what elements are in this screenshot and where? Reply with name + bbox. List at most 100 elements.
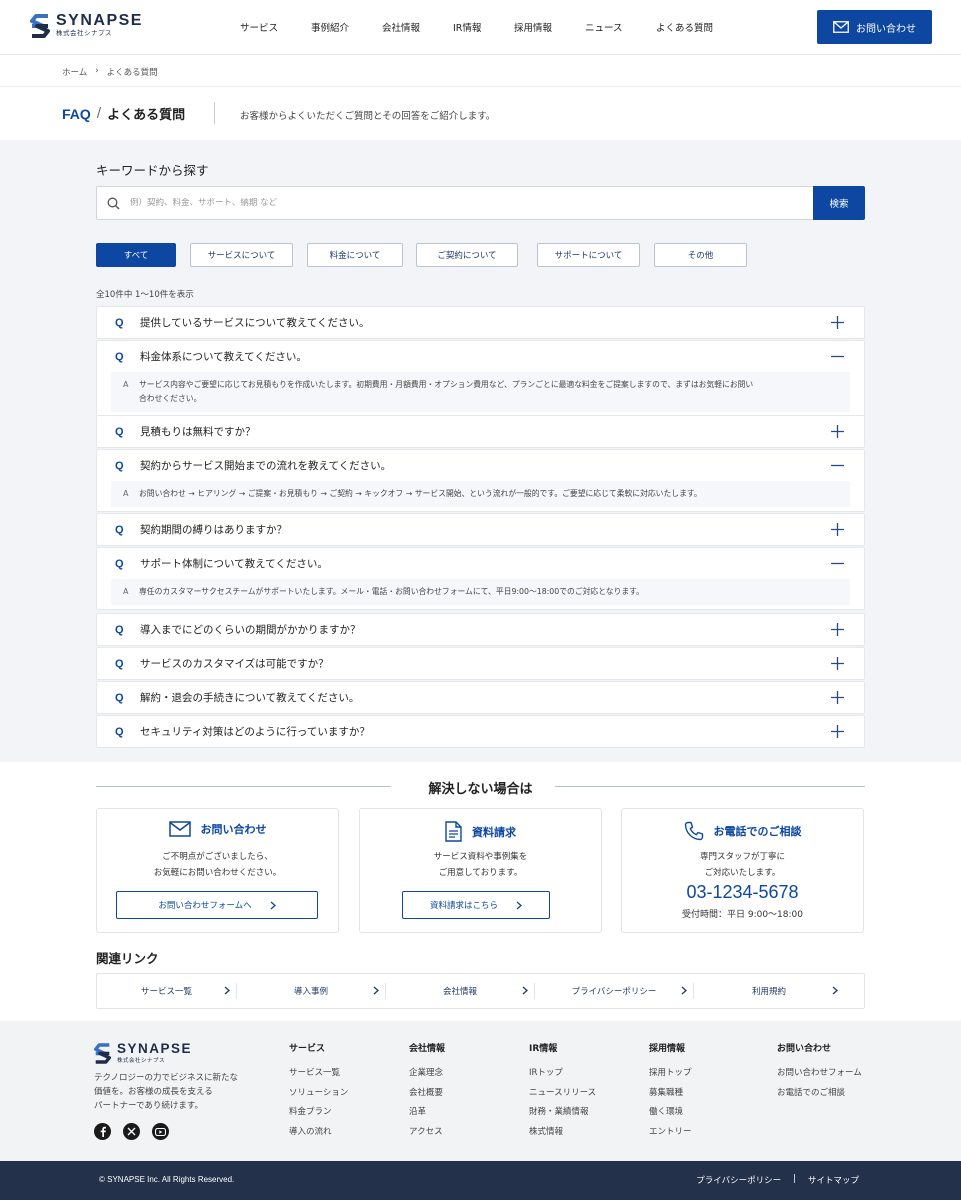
faq-question-row[interactable]: Q 見積もりは無料ですか？ [97, 416, 864, 447]
footer-col-company: 会社情報 企業理念 会社概要 沿革 アクセス [409, 1041, 445, 1146]
tab-services[interactable]: サービスについて [190, 243, 293, 267]
footer-link[interactable]: アクセス [409, 1126, 445, 1146]
faq-item: Q 契約からサービス開始までの流れを教えてください。 A お問い合わせ → ヒアリング… [96, 449, 865, 512]
bottom-links-separator: | [793, 1174, 796, 1184]
expand-plus-icon[interactable] [831, 725, 844, 738]
request-documents-button[interactable]: 資料請求はこちら [402, 891, 550, 919]
documents-card-text-2: ご用意しております。 [438, 868, 523, 878]
header-contact-button[interactable]: お問い合わせ [817, 10, 932, 44]
sitemap-link[interactable]: サイトマップ [808, 1174, 859, 1186]
faq-question-text: 提供しているサービスについて教えてください。 [140, 317, 370, 329]
faq-question-row[interactable]: Q 解約・退会の手続きについて教えてください。 [97, 682, 864, 713]
phone-card: お電話でのご相談 専門スタッフが丁寧に ご対応いたします。 03-1234-56… [621, 808, 864, 933]
tab-support[interactable]: サポートについて [537, 243, 640, 267]
nav-recruit[interactable]: 採用情報 [514, 20, 552, 34]
footer-link[interactable]: お問い合わせフォーム [777, 1067, 862, 1087]
faq-item: Q 契約期間の縛りはありますか？ [96, 513, 865, 546]
footer-link[interactable]: 沿革 [409, 1106, 445, 1126]
page-description: お客様からよくいただくご質問とその回答をご紹介します。 [240, 111, 496, 122]
footer-link[interactable]: 会社概要 [409, 1087, 445, 1107]
expand-plus-icon[interactable] [831, 623, 844, 636]
documents-card-text-1: サービス資料や事例集を [433, 852, 528, 862]
faq-question-row[interactable]: Q サービスのカスタマイズは可能ですか？ [97, 648, 864, 679]
nav-cases[interactable]: 事例紹介 [311, 20, 349, 34]
footer-col-title: お問い合わせ [777, 1044, 832, 1054]
expand-plus-icon[interactable] [831, 425, 844, 438]
facebook-icon[interactable] [94, 1123, 111, 1140]
faq-item: Q 料金体系について教えてください。 A サービス内容やご要望に応じてお見積もりを作成… [96, 340, 865, 417]
faq-item: Q セキュリティ対策はどのように行っていますか？ [96, 715, 865, 748]
footer-link[interactable]: サービス一覧 [289, 1067, 348, 1087]
collapse-minus-icon[interactable] [831, 557, 844, 570]
breadcrumb: ホーム › よくある質問 [62, 66, 158, 78]
footer-link[interactable]: 働く環境 [649, 1106, 692, 1126]
footer-link[interactable]: エントリー [649, 1126, 692, 1146]
phone-hours: 受付時間：平日 9:00〜18:00 [681, 910, 803, 920]
faq-item: Q 導入までにどのくらいの期間がかかりますか？ [96, 613, 865, 646]
footer-link[interactable]: IRトップ [529, 1067, 596, 1087]
privacy-policy-link[interactable]: プライバシーポリシー [696, 1174, 781, 1186]
faq-question-text: 料金体系について教えてください。 [140, 351, 307, 363]
nav-faq[interactable]: よくある質問 [656, 20, 713, 34]
faq-question-row[interactable]: Q セキュリティ対策はどのように行っていますか？ [97, 716, 864, 747]
search-button[interactable]: 検索 [813, 186, 865, 220]
nav-ir[interactable]: IR情報 [453, 20, 481, 34]
footer-link[interactable]: 導入の流れ [289, 1126, 348, 1146]
footer-link[interactable]: ソリューション [289, 1087, 348, 1107]
footer-tagline: テクノロジーの力でビジネスに新たな 価値を。お客様の成長を支える パートナーであ… [94, 1071, 254, 1113]
search-icon [107, 197, 120, 209]
youtube-icon[interactable] [152, 1123, 169, 1140]
expand-plus-icon[interactable] [831, 523, 844, 536]
header-contact-label: お問い合わせ [856, 23, 916, 35]
tab-all[interactable]: すべて [96, 243, 176, 267]
nav-company[interactable]: 会社情報 [382, 20, 420, 34]
footer-link[interactable]: 採用トップ [649, 1067, 692, 1087]
faq-question-row[interactable]: Q 提供しているサービスについて教えてください。 [97, 307, 864, 338]
expand-plus-icon[interactable] [831, 657, 844, 670]
collapse-minus-icon[interactable] [831, 350, 844, 363]
nav-news[interactable]: ニュース [585, 20, 623, 34]
faq-item: Q 提供しているサービスについて教えてください。 [96, 306, 865, 339]
related-link-services[interactable]: サービス一覧 [97, 974, 236, 1008]
footer-link[interactable]: 募集職種 [649, 1087, 692, 1107]
contact-form-button[interactable]: お問い合わせフォームへ [116, 891, 318, 919]
faq-question-text: 契約からサービス開始までの流れを教えてください。 [140, 460, 392, 472]
related-link-cases[interactable]: 導入事例 [237, 974, 385, 1008]
faq-question-row[interactable]: Q 契約期間の縛りはありますか？ [97, 514, 864, 545]
related-link-terms[interactable]: 利用規約 [694, 974, 844, 1008]
footer-link[interactable]: ニュースリリース [529, 1087, 596, 1107]
footer-link[interactable]: お電話でのご相談 [777, 1087, 862, 1107]
tab-other[interactable]: その他 [654, 243, 747, 267]
related-link-label: 利用規約 [751, 987, 786, 997]
related-link-privacy[interactable]: プライバシーポリシー [535, 974, 693, 1008]
faq-question-row[interactable]: Q 料金体系について教えてください。 [97, 341, 864, 372]
faq-question-text: 見積もりは無料ですか？ [140, 426, 256, 438]
faq-question-row[interactable]: Q 契約からサービス開始までの流れを教えてください。 [97, 450, 864, 481]
question-mark-label: Q [115, 459, 124, 472]
faq-question-text: 契約期間の縛りはありますか？ [140, 524, 287, 536]
related-link-company[interactable]: 会社情報 [386, 974, 534, 1008]
faq-question-row[interactable]: Q 導入までにどのくらいの期間がかかりますか？ [97, 614, 864, 645]
footer-link[interactable]: 財務・業績情報 [529, 1106, 596, 1126]
search-input[interactable] [130, 198, 730, 208]
mail-icon [833, 21, 849, 33]
tab-pricing[interactable]: 料金について [307, 243, 403, 267]
expand-plus-icon[interactable] [831, 691, 844, 704]
answer-mark-label: A [123, 380, 129, 389]
nav-services[interactable]: サービス [240, 20, 278, 34]
footer-link[interactable]: 料金プラン [289, 1106, 348, 1126]
x-icon[interactable] [123, 1123, 140, 1140]
phone-number[interactable]: 03-1234-5678 [622, 882, 863, 903]
title-separator [214, 102, 215, 124]
tab-contract[interactable]: ご契約について [416, 243, 518, 267]
chevron-right-icon [522, 986, 528, 995]
faq-answer-text: 専任のカスタマーサクセスチームがサポートいたします。メール・電話・お問い合わせフ… [139, 587, 644, 596]
synapse-logo-icon [94, 1043, 111, 1064]
footer-link[interactable]: 企業理念 [409, 1067, 445, 1087]
footer-logo[interactable]: SYNAPSE 株式会社シナプス [94, 1041, 192, 1066]
faq-question-row[interactable]: Q サポート体制について教えてください。 [97, 548, 864, 579]
breadcrumb-home[interactable]: ホーム [62, 66, 87, 78]
expand-plus-icon[interactable] [831, 316, 844, 329]
footer-link[interactable]: 株式情報 [529, 1126, 596, 1146]
collapse-minus-icon[interactable] [831, 459, 844, 472]
